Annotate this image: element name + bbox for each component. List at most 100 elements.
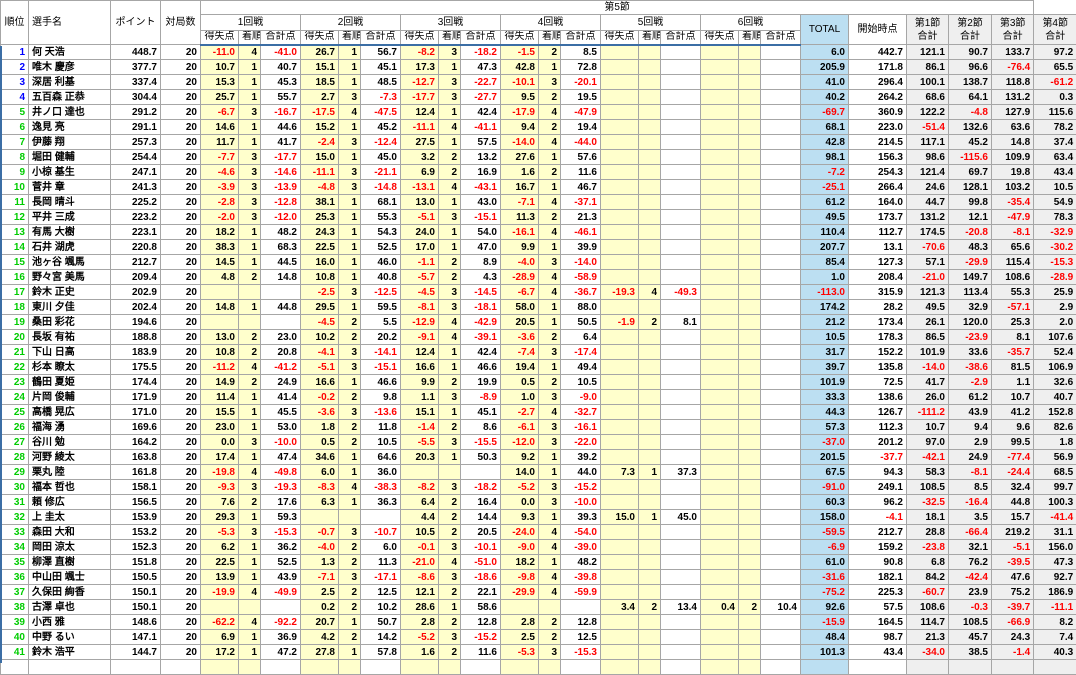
col-header-sum-6[interactable]: 合計点 — [761, 31, 801, 45]
rank-cell[interactable]: 6 — [1, 120, 29, 135]
round6-sum-cell[interactable] — [761, 450, 801, 465]
round6-place-cell[interactable] — [739, 495, 761, 510]
section2-total-cell[interactable]: -16.4 — [949, 495, 992, 510]
round6-place-cell[interactable] — [739, 510, 761, 525]
rank-cell[interactable]: 41 — [1, 645, 29, 660]
round5-score-cell[interactable] — [601, 195, 639, 210]
round4-sum-cell[interactable]: -37.1 — [561, 195, 601, 210]
round3-place-cell[interactable]: 2 — [439, 615, 461, 630]
round3-sum-cell[interactable]: -10.1 — [461, 540, 501, 555]
games-cell[interactable]: 20 — [161, 210, 201, 225]
round3-sum-cell[interactable]: -15.5 — [461, 435, 501, 450]
round5-place-cell[interactable] — [639, 75, 661, 90]
round6-score-cell[interactable] — [701, 330, 739, 345]
section1-total-cell[interactable]: 57.1 — [907, 255, 949, 270]
round4-score-cell[interactable]: -16.1 — [501, 225, 539, 240]
round5-score-cell[interactable] — [601, 255, 639, 270]
rank-cell[interactable]: 36 — [1, 570, 29, 585]
total-cell[interactable]: 61.0 — [801, 555, 849, 570]
round6-place-cell[interactable] — [739, 405, 761, 420]
points-cell[interactable]: 209.4 — [111, 270, 161, 285]
player-name-cell[interactable]: 池ヶ谷 颯馬 — [29, 255, 111, 270]
section3-total-cell[interactable]: 63.6 — [992, 120, 1034, 135]
round5-sum-cell[interactable]: -49.3 — [661, 285, 701, 300]
points-cell[interactable]: 194.6 — [111, 315, 161, 330]
round4-sum-cell[interactable]: 46.7 — [561, 180, 601, 195]
section3-total-cell[interactable]: -47.9 — [992, 210, 1034, 225]
rank-cell[interactable]: 12 — [1, 210, 29, 225]
col-header-score-1[interactable]: 得失点 — [201, 31, 239, 45]
games-cell[interactable]: 20 — [161, 165, 201, 180]
section2-total-cell[interactable]: 108.5 — [949, 615, 992, 630]
round6-score-cell[interactable] — [701, 225, 739, 240]
round2-sum-cell[interactable]: 10.2 — [361, 600, 401, 615]
round1-sum-cell[interactable]: -41.2 — [261, 360, 301, 375]
round3-sum-cell[interactable]: -18.1 — [461, 300, 501, 315]
total-cell[interactable]: 39.7 — [801, 360, 849, 375]
round4-score-cell[interactable]: -2.7 — [501, 405, 539, 420]
round5-score-cell[interactable] — [601, 270, 639, 285]
round5-sum-cell[interactable] — [661, 360, 701, 375]
round5-sum-cell[interactable]: 45.0 — [661, 510, 701, 525]
section2-total-cell[interactable]: 69.7 — [949, 165, 992, 180]
round5-place-cell[interactable] — [639, 375, 661, 390]
col-header-player-name[interactable]: 選手名 — [29, 1, 111, 45]
col-header-place-2[interactable]: 着順 — [339, 31, 361, 45]
points-cell[interactable] — [111, 660, 161, 675]
round6-sum-cell[interactable] — [761, 525, 801, 540]
round4-place-cell[interactable] — [539, 600, 561, 615]
col-header-score-3[interactable]: 得失点 — [401, 31, 439, 45]
round2-sum-cell[interactable]: -15.1 — [361, 360, 401, 375]
round4-score-cell[interactable]: 18.2 — [501, 555, 539, 570]
section1-total-cell[interactable]: 26.0 — [907, 390, 949, 405]
round6-place-cell[interactable] — [739, 570, 761, 585]
round3-score-cell[interactable]: -5.7 — [401, 270, 439, 285]
round2-sum-cell[interactable]: -13.6 — [361, 405, 401, 420]
points-cell[interactable]: 247.1 — [111, 165, 161, 180]
section2-total-cell[interactable]: -2.9 — [949, 375, 992, 390]
round6-score-cell[interactable] — [701, 105, 739, 120]
round4-sum-cell[interactable]: -16.1 — [561, 420, 601, 435]
round6-place-cell[interactable] — [739, 465, 761, 480]
round3-score-cell[interactable]: -17.7 — [401, 90, 439, 105]
section2-total-cell[interactable]: 12.1 — [949, 210, 992, 225]
round4-place-cell[interactable]: 1 — [539, 465, 561, 480]
games-cell[interactable]: 20 — [161, 240, 201, 255]
round5-place-cell[interactable] — [639, 525, 661, 540]
start-point-cell[interactable]: -37.7 — [849, 450, 907, 465]
round2-sum-cell[interactable]: -12.4 — [361, 135, 401, 150]
round1-score-cell[interactable]: 6.9 — [201, 630, 239, 645]
round1-place-cell[interactable]: 3 — [239, 525, 261, 540]
round6-sum-cell[interactable] — [761, 225, 801, 240]
section4-total-cell[interactable]: 186.9 — [1034, 585, 1076, 600]
round1-sum-cell[interactable]: 55.7 — [261, 90, 301, 105]
round3-sum-cell[interactable]: -18.2 — [461, 480, 501, 495]
points-cell[interactable]: 156.5 — [111, 495, 161, 510]
round3-score-cell[interactable]: -5.2 — [401, 630, 439, 645]
col-header-round-4[interactable]: 4回戦 — [501, 15, 601, 31]
round5-score-cell[interactable] — [601, 375, 639, 390]
round3-score-cell[interactable]: 6.9 — [401, 165, 439, 180]
section2-total-cell[interactable]: -115.6 — [949, 150, 992, 165]
round1-score-cell[interactable]: -2.8 — [201, 195, 239, 210]
points-cell[interactable]: 144.7 — [111, 645, 161, 660]
section1-total-cell[interactable]: -21.0 — [907, 270, 949, 285]
round3-score-cell[interactable]: 9.9 — [401, 375, 439, 390]
round4-sum-cell[interactable]: 19.4 — [561, 120, 601, 135]
round6-place-cell[interactable] — [739, 450, 761, 465]
section3-total-cell[interactable]: -39.7 — [992, 600, 1034, 615]
round4-sum-cell[interactable]: 8.5 — [561, 45, 601, 60]
section3-total-cell[interactable]: 127.9 — [992, 105, 1034, 120]
round5-place-cell[interactable] — [639, 180, 661, 195]
round1-score-cell[interactable]: 13.9 — [201, 570, 239, 585]
round1-sum-cell[interactable]: 17.6 — [261, 495, 301, 510]
round6-score-cell[interactable] — [701, 615, 739, 630]
section3-total-cell[interactable]: 65.6 — [992, 240, 1034, 255]
round2-sum-cell[interactable]: 45.2 — [361, 120, 401, 135]
round2-place-cell[interactable]: 2 — [339, 540, 361, 555]
round3-score-cell[interactable]: -5.1 — [401, 210, 439, 225]
round2-place-cell[interactable]: 3 — [339, 360, 361, 375]
round3-sum-cell[interactable]: 46.6 — [461, 360, 501, 375]
round6-score-cell[interactable] — [701, 555, 739, 570]
round2-place-cell[interactable]: 1 — [339, 75, 361, 90]
